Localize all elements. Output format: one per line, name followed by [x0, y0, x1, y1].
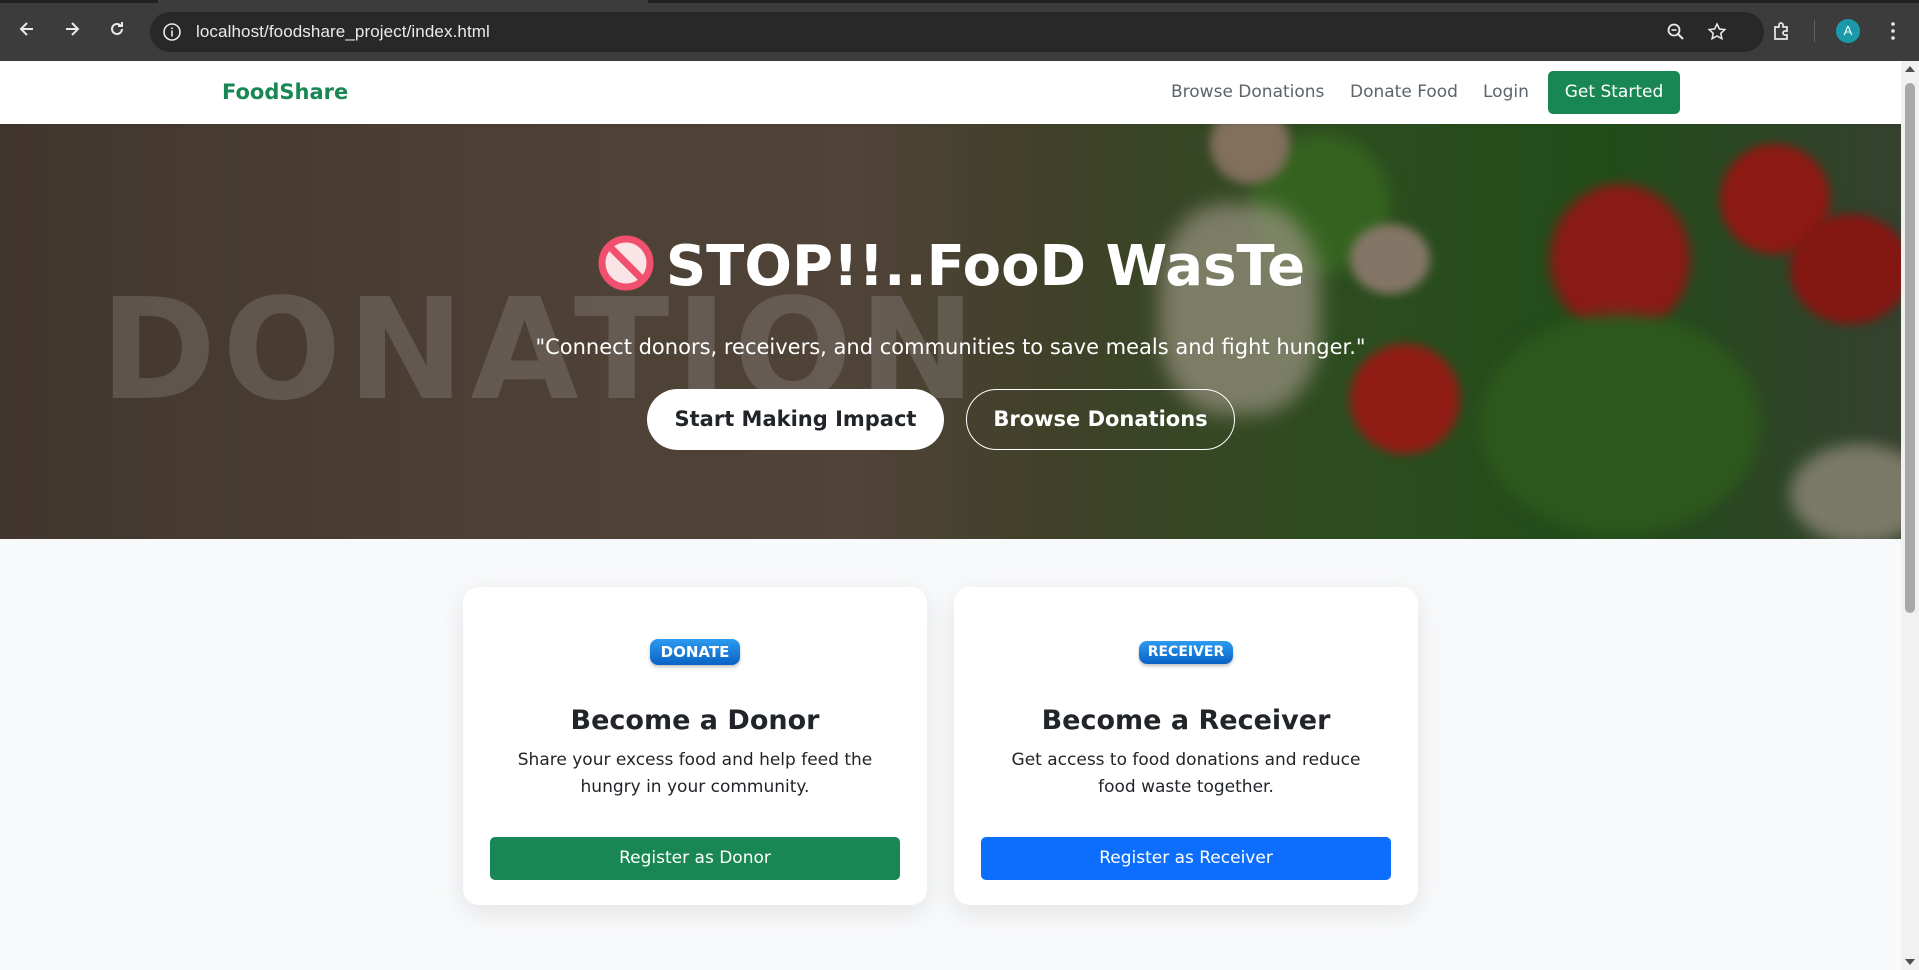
- reload-icon[interactable]: [102, 14, 132, 44]
- hero-overlay: [0, 124, 1901, 539]
- browser-toolbar: localhost/foodshare_project/index.html A: [0, 0, 1919, 61]
- hero-headline: STOP!!..FooD WasTe: [0, 234, 1901, 299]
- register-receiver-button[interactable]: Register as Receiver: [981, 837, 1391, 880]
- bookmark-star-icon[interactable]: [1707, 22, 1727, 42]
- back-icon[interactable]: [12, 14, 42, 44]
- receiver-card: RECEIVER Become a Receiver Get access to…: [954, 587, 1418, 905]
- profile-avatar[interactable]: A: [1836, 19, 1860, 43]
- receiver-badge: RECEIVER: [1139, 641, 1233, 664]
- donor-card-description: Share your excess food and help feed the…: [517, 750, 873, 797]
- donate-badge: DONATE: [650, 639, 740, 665]
- browse-donations-button[interactable]: Browse Donations: [966, 389, 1235, 450]
- nav-link-browse-donations[interactable]: Browse Donations: [1171, 61, 1324, 124]
- start-making-impact-button[interactable]: Start Making Impact: [647, 389, 944, 450]
- scrollbar-thumb[interactable]: [1905, 83, 1915, 613]
- scroll-up-icon[interactable]: [1905, 66, 1915, 72]
- register-donor-button[interactable]: Register as Donor: [490, 837, 900, 880]
- extensions-icon[interactable]: [1771, 20, 1793, 42]
- hero-section: DONATION STOP!!..FooD WasTe "Connect don…: [0, 124, 1901, 539]
- zoom-icon[interactable]: [1666, 22, 1686, 42]
- url-text[interactable]: localhost/foodshare_project/index.html: [196, 12, 490, 52]
- page-viewport: FoodShare Browse Donations Donate Food L…: [0, 61, 1901, 970]
- tab-strip: [0, 0, 1919, 3]
- prohibited-icon: [598, 235, 654, 291]
- hero-headline-text: STOP!!..FooD WasTe: [665, 234, 1306, 299]
- donor-card: DONATE Become a Donor Share your excess …: [463, 587, 927, 905]
- receiver-card-description: Get access to food donations and reduce …: [1011, 750, 1361, 797]
- toolbar-divider: [1814, 20, 1815, 42]
- forward-icon[interactable]: [57, 14, 87, 44]
- nav-link-login[interactable]: Login: [1483, 61, 1529, 124]
- hero-tagline: "Connect donors, receivers, and communit…: [535, 335, 1366, 359]
- get-started-button[interactable]: Get Started: [1548, 71, 1680, 114]
- site-navbar: FoodShare Browse Donations Donate Food L…: [0, 61, 1901, 124]
- page-scrollbar[interactable]: [1901, 61, 1919, 970]
- scroll-down-icon[interactable]: [1905, 959, 1915, 965]
- receiver-card-title: Become a Receiver: [1041, 705, 1331, 736]
- nav-link-donate-food[interactable]: Donate Food: [1350, 61, 1458, 124]
- site-info-icon[interactable]: [162, 22, 182, 42]
- address-bar[interactable]: localhost/foodshare_project/index.html: [150, 12, 1764, 52]
- active-tab[interactable]: [158, 0, 648, 3]
- brand-logo[interactable]: FoodShare: [222, 61, 348, 124]
- donor-card-title: Become a Donor: [570, 705, 820, 736]
- menu-icon[interactable]: [1882, 20, 1904, 42]
